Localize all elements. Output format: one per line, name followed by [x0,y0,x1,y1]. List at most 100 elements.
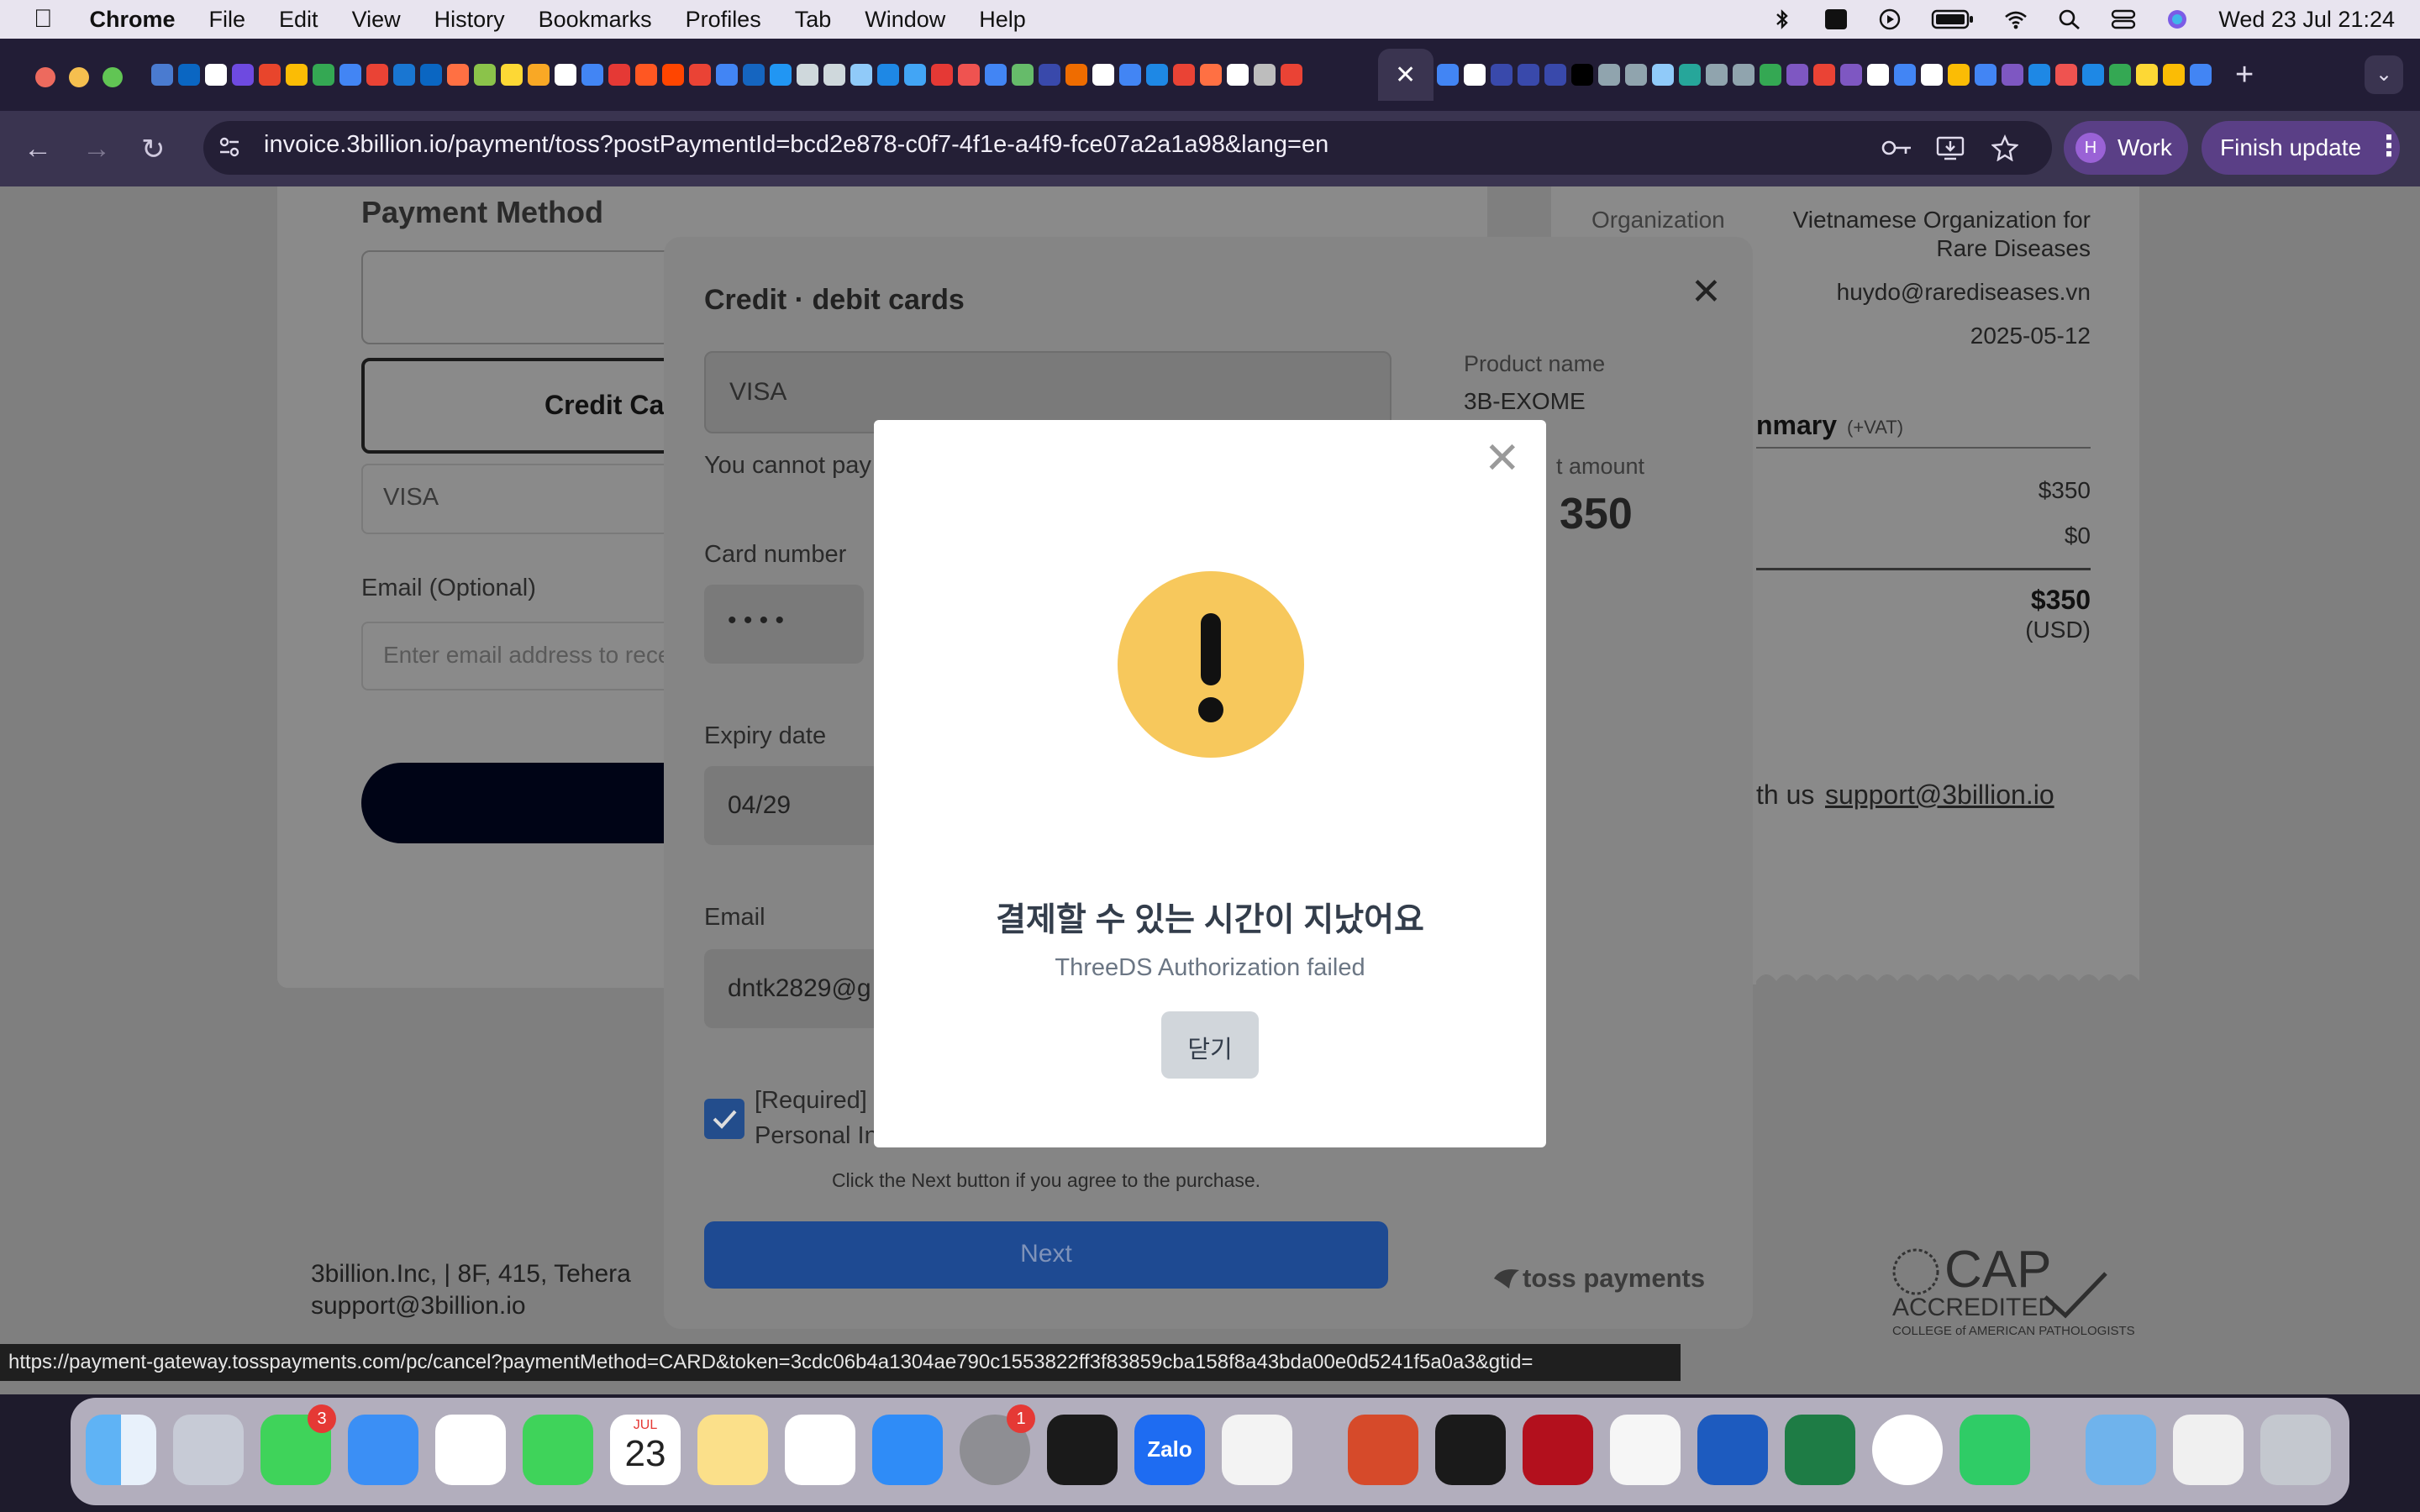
window-minimize-button[interactable] [69,67,89,87]
active-tab[interactable]: ✕ [1378,49,1434,101]
tab-favicon-icon[interactable] [797,64,818,86]
downloads-folder-icon[interactable] [2086,1415,2156,1485]
word-icon[interactable] [1697,1415,1768,1485]
tab-favicon-icon[interactable] [1975,64,1996,86]
tab-favicon-icon[interactable] [1227,64,1249,86]
tab-favicon-icon[interactable] [1119,64,1141,86]
tab-favicon-icon[interactable] [2136,64,2158,86]
mail-icon[interactable] [348,1415,418,1485]
window-zoom-button[interactable] [103,67,123,87]
tab-favicon-icon[interactable] [339,64,361,86]
tab-favicon-icon[interactable] [1464,64,1486,86]
tab-favicon-icon[interactable] [2163,64,2185,86]
dialog-close-icon[interactable]: ✕ [1484,433,1521,484]
tab-favicon-icon[interactable] [1867,64,1889,86]
tab-favicon-icon[interactable] [1544,64,1566,86]
tab-favicon-icon[interactable] [474,64,496,86]
menu-edit[interactable]: Edit [262,7,335,33]
tab-favicon-icon[interactable] [581,64,603,86]
card-number-input[interactable]: • • • • [704,585,864,664]
tab-favicon-icon[interactable] [1786,64,1808,86]
finish-update-button[interactable]: Finish update ⋮ [2202,121,2403,175]
support-email-link[interactable]: support@3billion.io [1825,780,2054,811]
chrome-icon[interactable] [1872,1415,1943,1485]
menu-help[interactable]: Help [962,7,1043,33]
calendar-icon[interactable]: JUL 23 [610,1415,681,1485]
menu-profiles[interactable]: Profiles [669,7,778,33]
apple-icon[interactable]:  [0,5,73,34]
tab-favicon-icon[interactable] [420,64,442,86]
facetime-icon[interactable] [523,1415,593,1485]
archive-utility-icon[interactable] [1222,1415,1292,1485]
next-button[interactable]: Next [704,1221,1388,1289]
tab-favicon-icon[interactable] [904,64,926,86]
menu-file[interactable]: File [192,7,263,33]
powerpoint-icon[interactable] [1348,1415,1418,1485]
acrobat-icon[interactable] [1523,1415,1593,1485]
tab-favicon-icon[interactable] [608,64,630,86]
siri-icon[interactable] [2165,8,2190,30]
menu-view[interactable]: View [335,7,418,33]
tab-favicon-icon[interactable] [1437,64,1459,86]
tab-favicon-icon[interactable] [1012,64,1034,86]
tab-favicon-icon[interactable] [716,64,738,86]
app-store-icon[interactable] [872,1415,943,1485]
tab-favicon-icon[interactable] [2109,64,2131,86]
tab-favicon-icon[interactable] [1652,64,1674,86]
toss-email-input[interactable]: dntk2829@g [704,949,881,1028]
tab-favicon-icon[interactable] [1092,64,1114,86]
menu-history[interactable]: History [418,7,522,33]
site-info-icon[interactable] [217,134,242,160]
profile-chip[interactable]: H Work [2064,121,2188,175]
control-center-icon[interactable] [2111,8,2136,30]
tab-favicon-icon[interactable] [1254,64,1276,86]
tab-favicon-icon[interactable] [1894,64,1916,86]
tab-favicon-icon[interactable] [501,64,523,86]
tab-close-icon[interactable]: ✕ [1395,60,1416,90]
finder-icon[interactable] [86,1415,156,1485]
recent-document-icon[interactable] [2173,1415,2244,1485]
tab-favicon-icon[interactable] [232,64,254,86]
tab-favicon-icon[interactable] [1039,64,1060,86]
tab-favicon-icon[interactable] [877,64,899,86]
tab-favicon-icon[interactable] [555,64,576,86]
trash-icon[interactable] [2260,1415,2331,1485]
wifi-icon[interactable] [2003,8,2028,30]
tab-favicon-icon[interactable] [1518,64,1539,86]
tab-favicon-icon[interactable] [931,64,953,86]
install-app-icon[interactable] [1936,134,1965,161]
tab-favicon-icon[interactable] [1813,64,1835,86]
forward-button[interactable]: → [82,133,111,165]
reminders-icon[interactable] [785,1415,855,1485]
window-close-button[interactable] [35,67,55,87]
new-tab-button[interactable]: + [2235,57,2254,93]
menu-app-name[interactable]: Chrome [73,7,192,33]
tab-favicon-icon[interactable] [1733,64,1754,86]
launchpad-icon[interactable] [173,1415,244,1485]
menu-bookmarks[interactable]: Bookmarks [522,7,669,33]
tab-favicon-icon[interactable] [958,64,980,86]
tab-favicon-icon[interactable] [770,64,792,86]
terminal-icon[interactable] [1435,1415,1506,1485]
search-icon[interactable] [2057,8,2082,30]
tab-favicon-icon[interactable] [1491,64,1512,86]
tab-favicon-icon[interactable] [985,64,1007,86]
tab-favicon-icon[interactable] [1065,64,1087,86]
textedit-icon[interactable] [1610,1415,1681,1485]
tab-favicon-icon[interactable] [1948,64,1970,86]
tab-favicon-icon[interactable] [2028,64,2050,86]
zalo-icon[interactable]: Zalo [1134,1415,1205,1485]
bluetooth-icon[interactable] [1770,8,1795,30]
tab-favicon-icon[interactable] [1281,64,1302,86]
tab-favicon-icon[interactable] [205,64,227,86]
dialog-close-button[interactable]: 닫기 [1161,1011,1259,1079]
tab-favicon-icon[interactable] [743,64,765,86]
toss-close-icon[interactable]: ✕ [1691,270,1722,313]
tab-favicon-icon[interactable] [850,64,872,86]
tab-favicon-icon[interactable] [528,64,550,86]
url-text[interactable]: invoice.3billion.io/payment/toss?postPay… [264,131,1328,159]
tab-favicon-icon[interactable] [151,64,173,86]
tab-favicon-icon[interactable] [313,64,334,86]
play-icon[interactable] [1877,8,1902,30]
reload-button[interactable]: ↻ [141,133,166,166]
